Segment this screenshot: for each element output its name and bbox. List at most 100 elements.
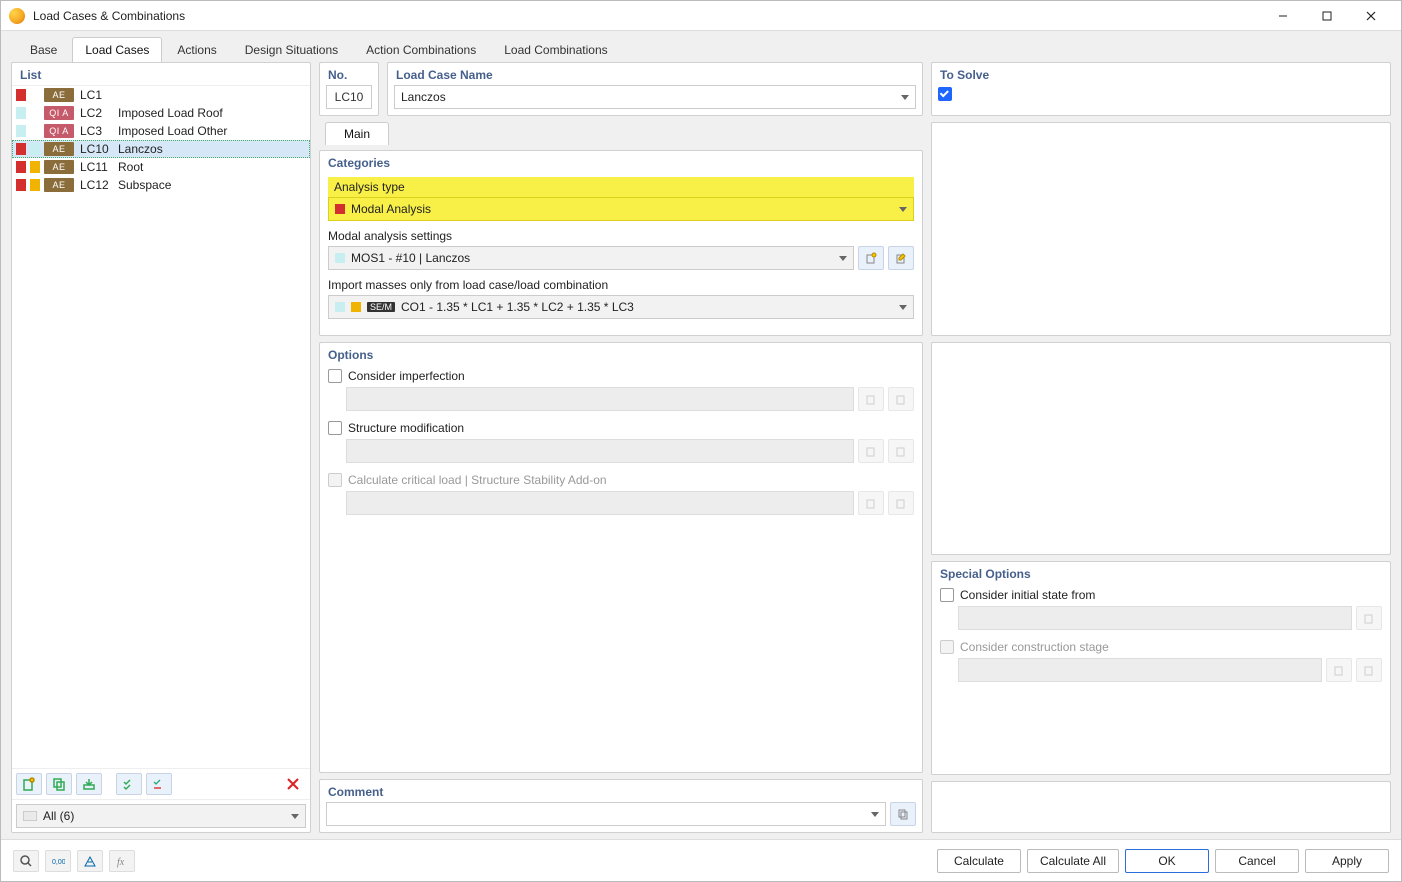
check-all-icon bbox=[122, 777, 136, 791]
uncheck-all-button[interactable] bbox=[146, 773, 172, 795]
list-body: AELC1QI ALC2Imposed Load RoofQI ALC3Impo… bbox=[12, 85, 310, 768]
precision-button[interactable] bbox=[77, 850, 103, 872]
minimize-button[interactable] bbox=[1261, 2, 1305, 30]
import-combo[interactable]: SE/M CO1 - 1.35 * LC1 + 1.35 * LC2 + 1.3… bbox=[328, 295, 914, 319]
color-swatch bbox=[30, 107, 40, 119]
delete-item-button[interactable] bbox=[280, 773, 306, 795]
critical-load-edit-button bbox=[888, 491, 914, 515]
formula-button[interactable]: fx bbox=[109, 850, 135, 872]
lc-name: Lanczos bbox=[118, 142, 306, 156]
tab-load-combinations[interactable]: Load Combinations bbox=[491, 37, 620, 63]
bottom-bar: 0,00 fx Calculate Calculate All OK Cance… bbox=[1, 839, 1401, 881]
structure-mod-combo bbox=[346, 439, 854, 463]
initial-state-edit-button bbox=[1356, 606, 1382, 630]
units-button[interactable]: 0,00 bbox=[45, 850, 71, 872]
structure-mod-new-button bbox=[858, 439, 884, 463]
list-item[interactable]: AE LC1 bbox=[12, 86, 310, 104]
new-item-button[interactable] bbox=[16, 773, 42, 795]
list-panel: List AELC1QI ALC2Imposed Load RoofQI ALC… bbox=[11, 62, 311, 833]
multi-page-icon bbox=[897, 808, 909, 820]
comment-extra-button[interactable] bbox=[890, 802, 916, 826]
structure-mod-checkbox[interactable] bbox=[328, 421, 342, 435]
lc-code: LC2 bbox=[78, 106, 114, 120]
category-tag: QI A bbox=[44, 124, 74, 138]
category-tag: AE bbox=[44, 142, 74, 156]
critical-load-new-button bbox=[858, 491, 884, 515]
calculate-button[interactable]: Calculate bbox=[937, 849, 1021, 873]
calculate-all-button[interactable]: Calculate All bbox=[1027, 849, 1119, 873]
tab-load-cases[interactable]: Load Cases bbox=[72, 37, 162, 63]
main-tabs: BaseLoad CasesActionsDesign SituationsAc… bbox=[17, 37, 1391, 63]
minimize-icon bbox=[1278, 11, 1288, 21]
list-item[interactable]: QI ALC2Imposed Load Roof bbox=[12, 104, 310, 122]
tab-actions[interactable]: Actions bbox=[164, 37, 229, 63]
lc-name: Subspace bbox=[118, 178, 306, 192]
import-swatch1 bbox=[335, 302, 345, 312]
solve-checkbox[interactable] bbox=[938, 87, 952, 101]
category-tag: AE bbox=[44, 160, 74, 174]
modal-settings-new-button[interactable] bbox=[858, 246, 884, 270]
category-tag: AE bbox=[44, 178, 74, 192]
construction-stage-label: Consider construction stage bbox=[960, 640, 1109, 654]
construction-stage-checkbox bbox=[940, 640, 954, 654]
import-item-button[interactable] bbox=[76, 773, 102, 795]
tab-design-situations[interactable]: Design Situations bbox=[232, 37, 351, 63]
list-filter-combo[interactable]: All (6) bbox=[16, 804, 306, 828]
ok-button[interactable]: OK bbox=[1125, 849, 1209, 873]
modal-settings-swatch bbox=[335, 253, 345, 263]
no-input[interactable] bbox=[326, 85, 372, 109]
maximize-button[interactable] bbox=[1305, 2, 1349, 30]
list-item[interactable]: AELC11Root bbox=[12, 158, 310, 176]
list-item[interactable]: AELC10Lanczos bbox=[12, 140, 310, 158]
structure-mod-edit-button bbox=[888, 439, 914, 463]
no-label: No. bbox=[320, 63, 378, 85]
tab-base[interactable]: Base bbox=[17, 37, 70, 63]
list-filter-text: All (6) bbox=[43, 809, 74, 823]
edit-icon bbox=[895, 445, 907, 457]
subtab-main[interactable]: Main bbox=[325, 122, 389, 145]
lc-code: LC1 bbox=[78, 88, 114, 102]
options-header: Options bbox=[320, 343, 922, 365]
lc-code: LC3 bbox=[78, 124, 114, 138]
critical-load-combo bbox=[346, 491, 854, 515]
color-swatch bbox=[30, 89, 40, 101]
chevron-down-icon bbox=[871, 812, 879, 817]
color-swatch bbox=[16, 89, 26, 101]
new-icon bbox=[1333, 664, 1345, 676]
edit-icon bbox=[895, 252, 907, 264]
initial-state-checkbox[interactable] bbox=[940, 588, 954, 602]
analysis-type-combo[interactable]: Modal Analysis bbox=[328, 197, 914, 221]
construction-stage-edit-button bbox=[1356, 658, 1382, 682]
lc-name: Root bbox=[118, 160, 306, 174]
modal-settings-value: MOS1 - #10 | Lanczos bbox=[351, 251, 470, 265]
modal-settings-combo[interactable]: MOS1 - #10 | Lanczos bbox=[328, 246, 854, 270]
construction-stage-combo bbox=[958, 658, 1322, 682]
structure-mod-label: Structure modification bbox=[348, 421, 464, 435]
lcname-combo[interactable]: Lanczos bbox=[394, 85, 916, 109]
apply-button[interactable]: Apply bbox=[1305, 849, 1389, 873]
help-button[interactable] bbox=[13, 850, 39, 872]
chevron-down-icon bbox=[901, 95, 909, 100]
cancel-button[interactable]: Cancel bbox=[1215, 849, 1299, 873]
list-item[interactable]: AELC12Subspace bbox=[12, 176, 310, 194]
color-swatch bbox=[16, 179, 26, 191]
modal-settings-label: Modal analysis settings bbox=[328, 229, 914, 243]
import-value: CO1 - 1.35 * LC1 + 1.35 * LC2 + 1.35 * L… bbox=[401, 300, 634, 314]
imperfection-checkbox[interactable] bbox=[328, 369, 342, 383]
comment-combo[interactable] bbox=[326, 802, 886, 826]
category-tag: AE bbox=[44, 88, 74, 102]
list-item[interactable]: QI ALC3Imposed Load Other bbox=[12, 122, 310, 140]
new-icon bbox=[865, 445, 877, 457]
copy-item-button[interactable] bbox=[46, 773, 72, 795]
check-all-button[interactable] bbox=[116, 773, 142, 795]
new-icon bbox=[865, 393, 877, 405]
modal-settings-edit-button[interactable] bbox=[888, 246, 914, 270]
color-swatch bbox=[30, 125, 40, 137]
maximize-icon bbox=[1322, 11, 1332, 21]
color-swatch bbox=[30, 143, 40, 155]
close-icon bbox=[1366, 11, 1376, 21]
initial-state-combo bbox=[958, 606, 1352, 630]
tab-action-combinations[interactable]: Action Combinations bbox=[353, 37, 489, 63]
close-button[interactable] bbox=[1349, 2, 1393, 30]
magnifier-icon bbox=[19, 854, 33, 868]
